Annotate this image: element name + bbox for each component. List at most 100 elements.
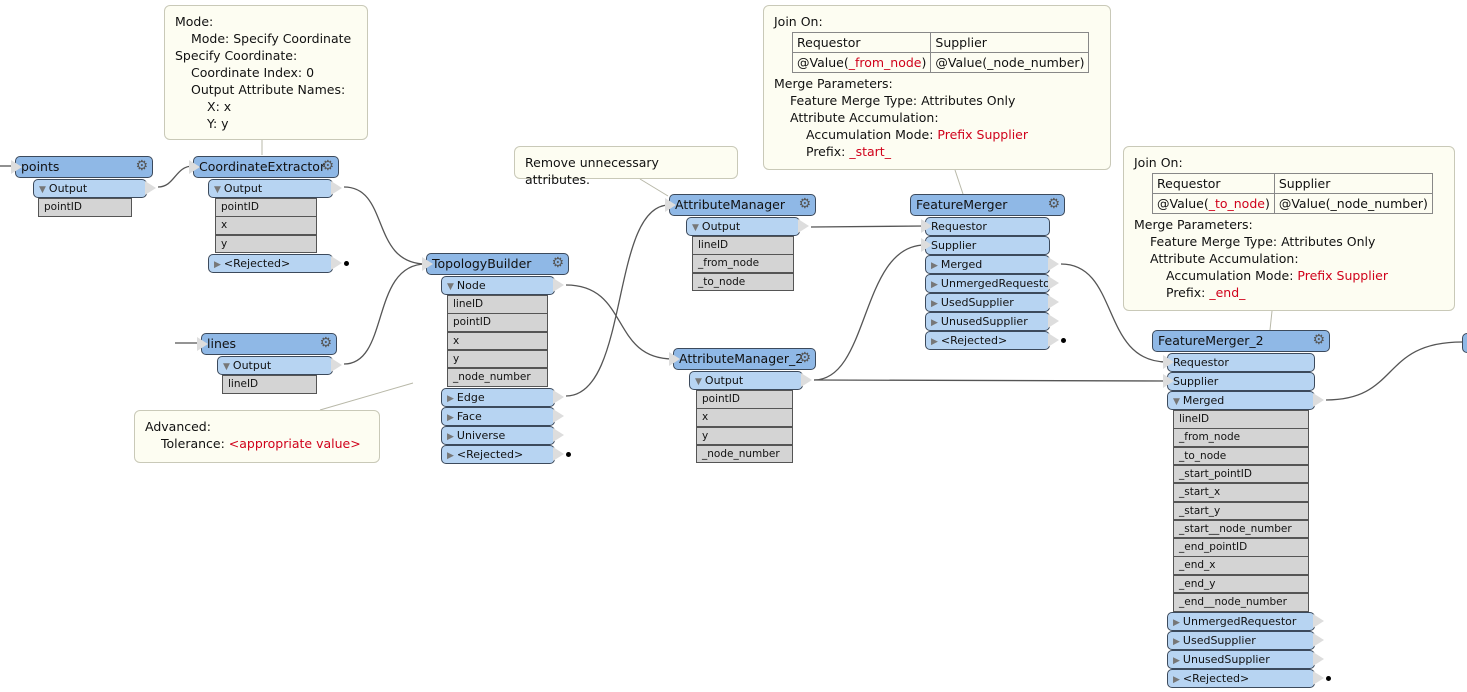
connection <box>343 186 427 265</box>
transformer-featuremerger_2[interactable]: FeatureMerger_2 ⚙ <box>1152 330 1330 352</box>
output-port[interactable]: ▶ <Rejected> <box>208 253 333 273</box>
annotation-featuremerger-2[interactable]: Join On: Requestor Supplier @Value(_to_no… <box>1123 146 1455 311</box>
transformer-attributemanager[interactable]: AttributeManager ⚙ <box>669 194 816 216</box>
output-port[interactable]: ▼ Output <box>33 179 147 198</box>
gear-icon[interactable]: ⚙ <box>798 196 811 212</box>
output-port[interactable]: ▶ <Rejected> <box>925 331 1050 350</box>
expand-icon[interactable]: ▶ <box>447 394 454 404</box>
output-port[interactable]: ▼ Output <box>217 356 333 375</box>
input-port[interactable]: Supplier <box>925 236 1050 255</box>
transformer-lines[interactable]: lines ⚙ <box>201 333 337 355</box>
expand-icon[interactable]: ▶ <box>931 337 938 347</box>
output-port[interactable]: ▶ Edge <box>441 387 555 407</box>
expand-icon[interactable]: ▶ <box>1173 656 1180 666</box>
output-port[interactable]: ▶ UnmergedRequestor <box>1167 612 1315 632</box>
output-port-icon[interactable] <box>1048 276 1059 290</box>
collapse-icon[interactable]: ▼ <box>39 185 46 195</box>
collapse-icon[interactable]: ▼ <box>214 185 221 195</box>
expand-icon[interactable]: ▶ <box>447 413 454 423</box>
output-port-icon[interactable] <box>331 358 342 372</box>
output-port-icon[interactable] <box>553 408 564 423</box>
gear-icon[interactable]: ⚙ <box>319 335 332 351</box>
gear-icon[interactable]: ⚙ <box>798 350 811 366</box>
output-port-icon[interactable] <box>801 373 812 387</box>
output-port[interactable]: ▶ Universe <box>441 425 555 445</box>
output-port-icon[interactable] <box>553 389 564 404</box>
annotation-advanced[interactable]: Advanced: Tolerance: <appropriate value> <box>134 410 380 463</box>
gear-icon[interactable]: ⚙ <box>321 158 334 174</box>
output-port-icon[interactable] <box>553 278 564 292</box>
output-port[interactable]: ▶ Face <box>441 406 555 426</box>
output-port-icon[interactable] <box>553 446 564 461</box>
output-port-icon[interactable] <box>331 255 342 270</box>
output-port-icon[interactable] <box>1313 633 1324 648</box>
transformer-featuremerger[interactable]: FeatureMerger ⚙ <box>910 194 1065 216</box>
output-port[interactable]: ▶ UnusedSupplier <box>1167 650 1315 670</box>
output-port[interactable]: ▼ Output <box>208 179 333 198</box>
output-port-icon[interactable] <box>331 181 342 195</box>
expand-icon[interactable]: ▶ <box>214 260 221 270</box>
input-port-icon[interactable] <box>669 352 680 366</box>
output-port[interactable]: ▼ Node <box>441 276 555 295</box>
annotation-line: Prefix: _start_ <box>806 144 891 159</box>
output-port[interactable]: ▶ UnusedSupplier <box>925 312 1050 331</box>
output-port-icon[interactable] <box>1313 671 1324 686</box>
expand-icon[interactable]: ▶ <box>1173 637 1180 647</box>
collapse-icon[interactable]: ▼ <box>692 223 699 233</box>
transformer-attributemanager_2[interactable]: AttributeManager_2 ⚙ <box>673 348 816 370</box>
input-port[interactable]: Requestor <box>1167 353 1315 372</box>
output-port-icon[interactable] <box>1313 652 1324 667</box>
expand-icon[interactable]: ▶ <box>1173 675 1180 685</box>
input-port-icon[interactable] <box>665 198 676 212</box>
output-port-icon[interactable] <box>1048 257 1059 271</box>
input-port[interactable]: Supplier <box>1167 372 1315 391</box>
gear-icon[interactable]: ⚙ <box>135 158 148 174</box>
annotation-line: Prefix: _end_ <box>1166 285 1246 300</box>
input-port[interactable]: Requestor <box>925 217 1050 236</box>
output-port[interactable]: ▶ UsedSupplier <box>1167 631 1315 651</box>
output-port[interactable]: ▶ UnmergedRequestor <box>925 274 1054 293</box>
annotation-remove-attributes[interactable]: Remove unnecessary attributes. <box>514 146 738 187</box>
expand-icon[interactable]: ▶ <box>931 318 938 328</box>
gear-icon[interactable]: ⚙ <box>1047 196 1060 212</box>
output-port[interactable]: ▶ <Rejected> <box>441 444 555 464</box>
transformer-points[interactable]: points ⚙ <box>15 156 153 178</box>
output-port-icon[interactable] <box>145 181 156 195</box>
expand-icon[interactable]: ▶ <box>931 299 938 309</box>
output-port[interactable]: ▶ Merged <box>925 255 1050 274</box>
output-port-icon[interactable] <box>1313 393 1324 407</box>
offscreen-transformer[interactable] <box>1462 333 1467 353</box>
collapse-icon[interactable]: ▼ <box>1173 397 1180 407</box>
output-port-icon[interactable] <box>1313 614 1324 629</box>
expand-icon[interactable]: ▶ <box>1173 618 1180 628</box>
annotation-line: Y: y <box>207 116 229 131</box>
transformer-topologybuilder[interactable]: TopologyBuilder ⚙ <box>426 253 569 275</box>
output-port-icon[interactable] <box>1048 314 1059 328</box>
output-port[interactable]: ▶ UsedSupplier <box>925 293 1050 312</box>
input-port-icon[interactable] <box>422 257 433 271</box>
output-port[interactable]: ▶ <Rejected> <box>1167 669 1315 689</box>
transformer-coordinateextractor[interactable]: CoordinateExtractor ⚙ <box>193 156 339 178</box>
input-port-icon[interactable] <box>197 337 208 351</box>
expand-icon[interactable]: ▶ <box>931 261 938 271</box>
input-port-icon[interactable] <box>189 160 200 174</box>
expand-icon[interactable]: ▶ <box>447 451 454 461</box>
output-port-icon[interactable] <box>1048 295 1059 309</box>
collapse-icon[interactable]: ▼ <box>695 377 702 387</box>
collapse-icon[interactable]: ▼ <box>223 362 230 372</box>
expand-icon[interactable]: ▶ <box>447 432 454 442</box>
join-header: Requestor <box>791 32 932 53</box>
gear-icon[interactable]: ⚙ <box>551 255 564 271</box>
output-port-icon[interactable] <box>1048 333 1059 347</box>
output-port[interactable]: ▼ Merged <box>1167 391 1315 410</box>
annotation-coordinate-extractor[interactable]: Mode: Mode: Specify Coordinate Specify C… <box>164 5 368 140</box>
collapse-icon[interactable]: ▼ <box>447 282 454 292</box>
input-port-icon[interactable] <box>11 160 22 174</box>
annotation-featuremerger[interactable]: Join On: Requestor Supplier @Value(_from_… <box>763 5 1111 170</box>
output-port[interactable]: ▼ Output <box>689 371 803 390</box>
output-port-icon[interactable] <box>553 427 564 442</box>
output-port-icon[interactable] <box>798 219 809 233</box>
gear-icon[interactable]: ⚙ <box>1312 332 1325 348</box>
expand-icon[interactable]: ▶ <box>931 280 938 290</box>
output-port[interactable]: ▼ Output <box>686 217 800 236</box>
